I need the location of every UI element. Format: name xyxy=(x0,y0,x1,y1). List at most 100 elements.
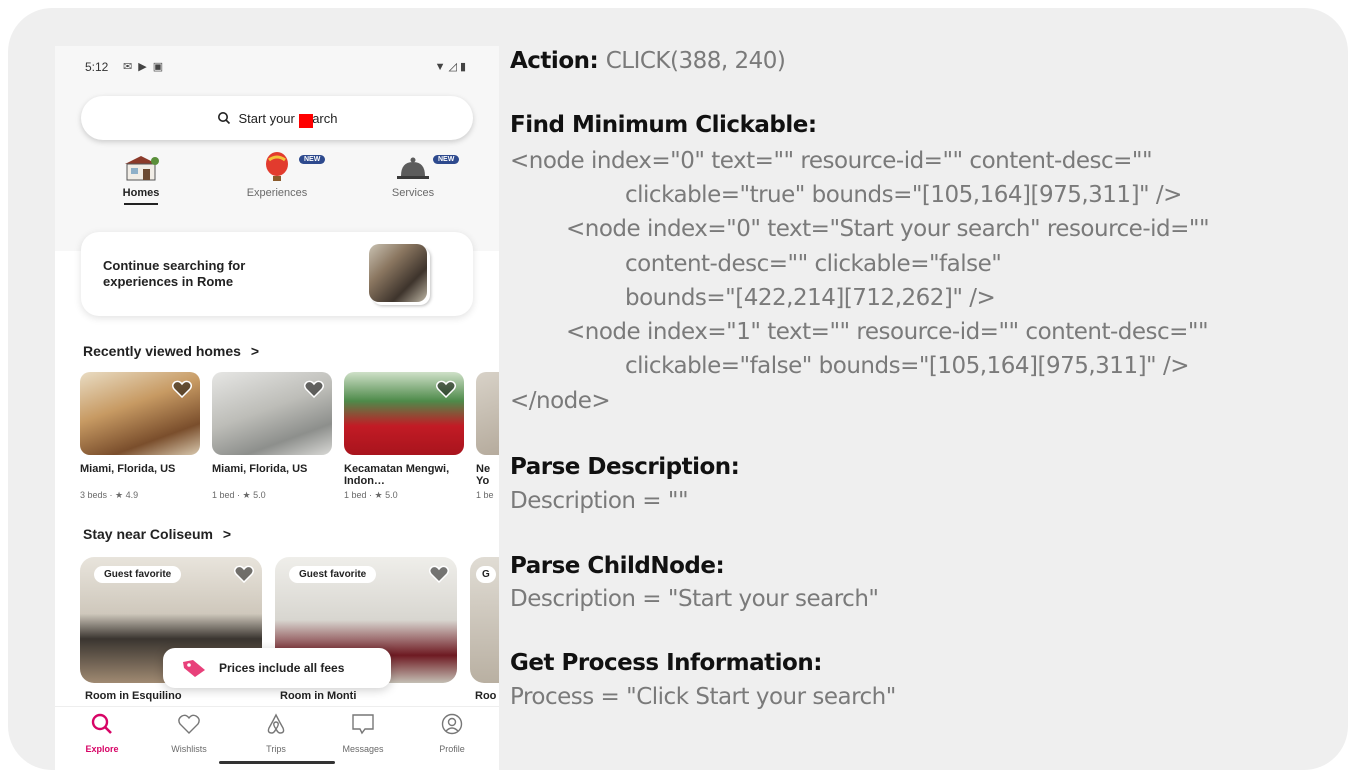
message-icon xyxy=(352,714,374,735)
action-label: Action: xyxy=(510,48,599,74)
xml-line: </node> xyxy=(510,388,611,414)
parse-description-value: Description = "" xyxy=(510,488,689,514)
search-icon xyxy=(217,111,231,125)
nav-profile[interactable]: Profile xyxy=(417,713,487,754)
heart-icon[interactable] xyxy=(429,565,449,583)
stay-near-label: Stay near Coliseum xyxy=(83,526,213,542)
bottom-navigation: Explore Wishlists Trips Messages Profile xyxy=(55,706,499,772)
recent-home-card[interactable]: Kecamatan Mengwi, Indon… 1 bed · ★ 5.0 xyxy=(344,372,464,501)
home-meta: 1 be xyxy=(476,490,494,500)
tab-services-label: Services xyxy=(391,187,435,199)
heart-icon[interactable] xyxy=(234,565,254,583)
tab-experiences[interactable]: NEW Experiences xyxy=(217,146,337,206)
recently-viewed-label: Recently viewed homes xyxy=(83,343,241,359)
recent-home-card[interactable]: Miami, Florida, US 3 beds · ★ 4.9 xyxy=(80,372,200,501)
stay-listing-card[interactable]: G Roo xyxy=(470,557,499,702)
home-location: Miami, Florida, US xyxy=(80,463,176,475)
nav-trips[interactable]: Trips xyxy=(241,713,311,754)
home-photo xyxy=(80,372,200,455)
airbnb-icon xyxy=(267,713,285,734)
mail-icon: ✉ xyxy=(123,61,139,73)
xml-line: <node index="0" text="" resource-id="" c… xyxy=(510,148,1153,174)
new-badge: NEW xyxy=(299,155,326,164)
nav-explore-label: Explore xyxy=(85,744,119,754)
process-info-value: Process = "Click Start your search" xyxy=(510,684,896,710)
prices-info-pill[interactable]: Prices include all fees xyxy=(163,648,391,688)
screenshot-frame: 5:12 ✉▶▣ ▼◿▮ Start your search Homes NEW… xyxy=(8,8,1348,772)
action-value: CLICK(388, 240) xyxy=(605,48,786,74)
nav-messages[interactable]: Messages xyxy=(328,713,398,754)
heart-icon[interactable] xyxy=(172,380,192,398)
home-photo xyxy=(212,372,332,455)
phone-screen: 5:12 ✉▶▣ ▼◿▮ Start your search Homes NEW… xyxy=(55,46,499,772)
recent-home-card[interactable]: Ne Yo 1 be xyxy=(476,372,499,500)
action-heading: Action: CLICK(388, 240) xyxy=(510,48,786,74)
parse-childnode-value: Description = "Start your search" xyxy=(510,586,879,612)
nav-wishlists[interactable]: Wishlists xyxy=(154,713,224,754)
nav-messages-label: Messages xyxy=(342,744,384,754)
xml-line: <node index="0" text="Start your search"… xyxy=(566,216,1210,242)
find-clickable-heading: Find Minimum Clickable: xyxy=(510,112,817,138)
xml-line: <node index="1" text="" resource-id="" c… xyxy=(566,319,1209,345)
new-badge: NEW xyxy=(433,155,460,164)
stay-near-title[interactable]: Stay near Coliseum > xyxy=(83,526,231,542)
tab-homes[interactable]: Homes xyxy=(81,146,201,206)
gesture-home-bar xyxy=(219,761,335,764)
tab-services[interactable]: NEW Services xyxy=(353,146,473,206)
xml-line: clickable="false" bounds="[105,164][975,… xyxy=(625,353,1189,379)
wifi-icon: ▼ xyxy=(434,61,449,73)
active-tab-underline xyxy=(124,203,158,205)
analysis-panel: Action: CLICK(388, 240) Find Minimum Cli… xyxy=(510,8,1340,768)
price-tag-icon xyxy=(183,660,205,677)
home-location: Miami, Florida, US xyxy=(212,463,308,475)
home-meta: 1 bed · ★ 5.0 xyxy=(212,490,266,500)
continue-searching-text: Continue searching for experiences in Ro… xyxy=(103,258,246,289)
battery-icon: ▮ xyxy=(459,61,469,73)
home-photo xyxy=(344,372,464,455)
chevron-right-icon: > xyxy=(250,343,260,359)
status-system-icons: ▼◿▮ xyxy=(435,60,469,73)
xml-line: bounds="[422,214][712,262]" /> xyxy=(625,285,996,311)
chevron-right-icon: > xyxy=(222,526,232,542)
xml-line: clickable="true" bounds="[105,164][975,3… xyxy=(625,182,1182,208)
heart-icon xyxy=(178,714,200,734)
search-label: Start your search xyxy=(238,110,338,126)
status-bar: 5:12 ✉▶▣ ▼◿▮ xyxy=(85,60,469,74)
home-location: Ne Yo xyxy=(476,463,491,487)
guest-favorite-badge: G xyxy=(476,566,496,583)
search-bar[interactable]: Start your search xyxy=(81,96,473,140)
listing-title: Room in Esquilino xyxy=(85,690,182,702)
nav-trips-label: Trips xyxy=(266,744,286,754)
category-tabs: Homes NEW Experiences NEW Services xyxy=(55,146,499,246)
heart-icon[interactable] xyxy=(436,380,456,398)
listing-title: Room in Monti xyxy=(280,690,357,702)
process-info-heading: Get Process Information: xyxy=(510,650,822,676)
play-icon: ▶ xyxy=(138,61,153,73)
house-icon xyxy=(125,156,159,181)
bell-icon xyxy=(397,157,429,179)
experience-thumbnail xyxy=(369,244,427,302)
nav-explore[interactable]: Explore xyxy=(67,713,137,754)
nav-wishlists-label: Wishlists xyxy=(171,744,207,754)
home-photo xyxy=(476,372,499,455)
profile-icon xyxy=(441,713,463,735)
status-time: 5:12 xyxy=(85,60,109,74)
recent-home-card[interactable]: Miami, Florida, US 1 bed · ★ 5.0 xyxy=(212,372,332,501)
tab-experiences-label: Experiences xyxy=(246,187,308,199)
guest-favorite-badge: Guest favorite xyxy=(289,566,377,583)
signal-icon: ◿ xyxy=(448,61,460,73)
guest-favorite-badge: Guest favorite xyxy=(94,566,182,583)
status-notification-icons: ✉▶▣ xyxy=(123,60,169,73)
listing-photo: G xyxy=(470,557,499,683)
recently-viewed-title[interactable]: Recently viewed homes > xyxy=(83,343,259,359)
prices-info-text: Prices include all fees xyxy=(219,661,345,675)
continue-searching-card[interactable]: Continue searching for experiences in Ro… xyxy=(81,232,473,316)
home-meta: 1 bed · ★ 5.0 xyxy=(344,490,398,500)
heart-icon[interactable] xyxy=(304,380,324,398)
listing-title: Roo xyxy=(475,690,497,702)
balloon-icon xyxy=(266,152,288,181)
xml-line: content-desc="" clickable="false" xyxy=(625,251,1002,277)
home-location: Kecamatan Mengwi, Indon… xyxy=(344,463,450,487)
parse-description-heading: Parse Description: xyxy=(510,454,740,480)
redaction-mark xyxy=(299,114,313,128)
